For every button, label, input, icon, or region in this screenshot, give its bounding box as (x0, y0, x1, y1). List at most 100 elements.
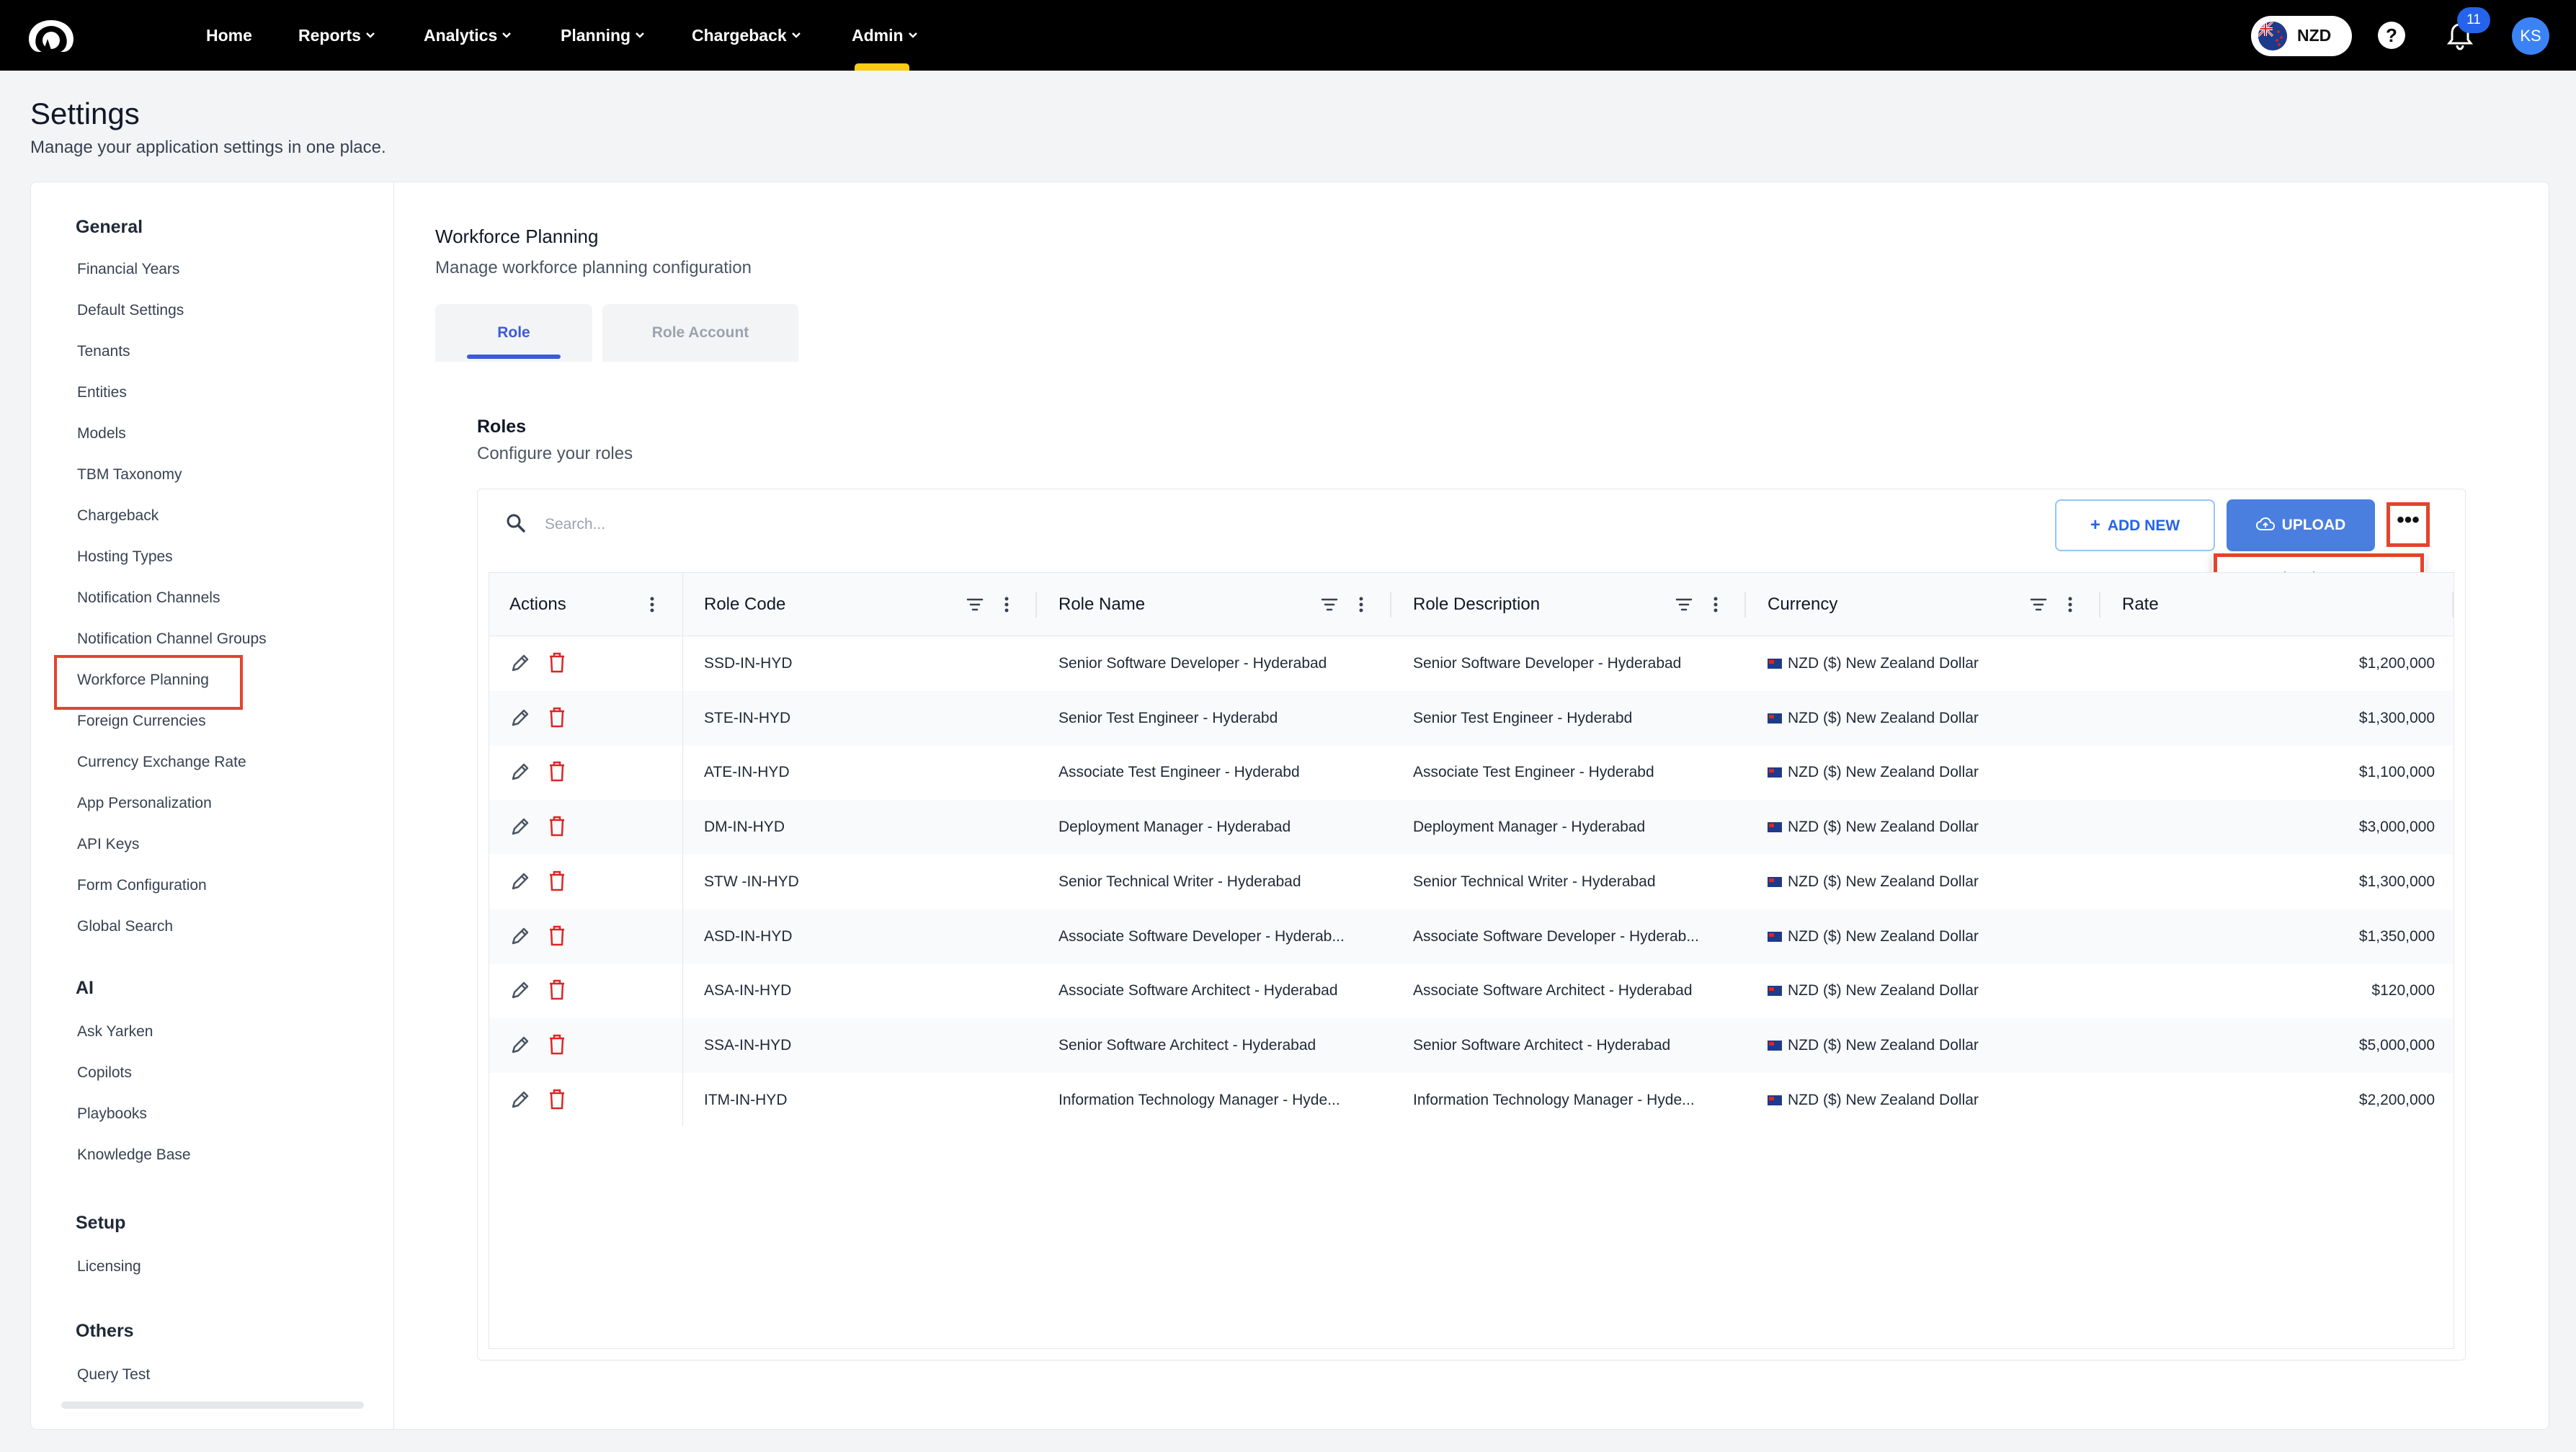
sidebar-item-global-search[interactable]: Global Search (77, 916, 173, 937)
sidebar-item-tenants[interactable]: Tenants (77, 341, 130, 362)
column-header-role-code[interactable]: Role Code (704, 573, 785, 636)
edit-icon[interactable] (509, 979, 531, 1001)
table-row[interactable]: SSD-IN-HYD Senior Software Developer - Hy… (489, 636, 2454, 691)
sidebar-item-entities[interactable]: Entities (77, 382, 127, 404)
cell-description: Associate Test Engineer - Hyderabd (1413, 745, 1730, 800)
table-row[interactable]: STE-IN-HYD Senior Test Engineer - Hyderab… (489, 690, 2454, 746)
delete-icon[interactable] (547, 978, 567, 1001)
kebab-icon[interactable] (2060, 594, 2080, 615)
edit-icon[interactable] (509, 816, 531, 837)
sidebar-item-hosting-types[interactable]: Hosting Types (77, 546, 173, 568)
column-separator[interactable] (1035, 592, 1037, 618)
cell-text: DM-IN-HYD (704, 819, 785, 836)
sidebar-item-query-test[interactable]: Query Test (77, 1364, 150, 1386)
filter-icon[interactable] (1674, 594, 1694, 615)
sidebar-scrollbar[interactable] (61, 1402, 364, 1409)
column-header-role-name[interactable]: Role Name (1059, 573, 1145, 636)
kebab-icon[interactable] (1706, 594, 1726, 615)
sidebar-item-knowledge-base[interactable]: Knowledge Base (77, 1144, 191, 1166)
nav-item-analytics[interactable]: Analytics (424, 23, 512, 48)
edit-icon[interactable] (509, 761, 531, 783)
add-new-button[interactable]: + ADD NEW (2055, 499, 2215, 551)
sidebar-item-licensing[interactable]: Licensing (77, 1256, 141, 1278)
delete-icon[interactable] (547, 1033, 567, 1056)
help-icon[interactable]: ? (2378, 22, 2405, 49)
delete-icon[interactable] (547, 760, 567, 783)
delete-icon[interactable] (547, 705, 567, 729)
table-row[interactable]: ASA-IN-HYD Associate Software Architect -… (489, 963, 2454, 1018)
flag-icon (1768, 1095, 1782, 1105)
sidebar-item-foreign-currencies[interactable]: Foreign Currencies (77, 711, 206, 732)
column-header-rate[interactable]: Rate (2122, 573, 2159, 636)
sidebar-item-default-settings[interactable]: Default Settings (77, 300, 184, 321)
table-row[interactable]: ITM-IN-HYD Information Technology Manager… (489, 1073, 2454, 1128)
table-row[interactable]: SSA-IN-HYD Senior Software Architect - Hy… (489, 1017, 2454, 1073)
sidebar-item-models[interactable]: Models (77, 423, 126, 445)
filter-icon[interactable] (965, 594, 985, 615)
nav-item-admin[interactable]: Admin (852, 23, 918, 48)
cell-text: Senior Technical Writer - Hyderabad (1059, 873, 1301, 890)
kebab-icon[interactable] (1351, 594, 1371, 615)
upload-button[interactable]: UPLOAD (2227, 499, 2375, 551)
cell-code: SSA-IN-HYD (704, 1018, 1043, 1073)
nav-item-home[interactable]: Home (206, 23, 252, 48)
sidebar-item-financial-years[interactable]: Financial Years (77, 259, 179, 280)
sidebar-item-currency-exchange-rate[interactable]: Currency Exchange Rate (77, 752, 246, 773)
logo-icon[interactable] (26, 17, 76, 55)
roles-title: Roles (477, 417, 527, 437)
delete-icon[interactable] (547, 869, 567, 892)
edit-icon[interactable] (509, 925, 531, 947)
column-separator[interactable] (2099, 592, 2100, 618)
edit-icon[interactable] (509, 1034, 531, 1056)
tab-role-account[interactable]: Role Account (602, 304, 798, 362)
kebab-icon[interactable] (642, 594, 662, 615)
delete-icon[interactable] (547, 1087, 567, 1110)
column-header-currency[interactable]: Currency (1768, 573, 1837, 636)
kebab-icon[interactable] (997, 594, 1017, 615)
sidebar-item-notification-channels[interactable]: Notification Channels (77, 587, 220, 609)
table-row[interactable]: ASD-IN-HYD Associate Software Developer -… (489, 909, 2454, 964)
avatar[interactable]: KS (2512, 17, 2549, 55)
more-options-button[interactable]: ••• (2386, 502, 2430, 547)
tab-role[interactable]: Role (435, 304, 592, 362)
column-separator[interactable] (1390, 592, 1391, 618)
column-separator[interactable] (2452, 592, 2454, 618)
search-input[interactable] (545, 510, 977, 539)
column-header-actions[interactable]: Actions (509, 573, 566, 636)
edit-icon[interactable] (509, 652, 531, 674)
sidebar-item-chargeback[interactable]: Chargeback (77, 505, 159, 527)
sidebar-item-tbm-taxonomy[interactable]: TBM Taxonomy (77, 464, 182, 486)
edit-icon[interactable] (509, 870, 531, 892)
cell-rate: $1,100,000 (2197, 745, 2435, 800)
sidebar-item-ask-yarken[interactable]: Ask Yarken (77, 1021, 153, 1043)
filter-icon[interactable] (2028, 594, 2049, 615)
sidebar-item-copilots[interactable]: Copilots (77, 1062, 132, 1084)
column-separator[interactable] (1744, 592, 1746, 618)
table-row[interactable]: ATE-IN-HYD Associate Test Engineer - Hyde… (489, 745, 2454, 800)
section-subtitle: Manage workforce planning configuration (435, 258, 752, 277)
sidebar-item-notification-channel-groups[interactable]: Notification Channel Groups (77, 628, 267, 650)
sidebar-item-api-keys[interactable]: API Keys (77, 834, 139, 855)
cell-code: ASD-IN-HYD (704, 909, 1043, 964)
sidebar-item-playbooks[interactable]: Playbooks (77, 1103, 147, 1125)
edit-icon[interactable] (509, 707, 531, 729)
delete-icon[interactable] (547, 924, 567, 947)
nav-item-label: Planning (561, 26, 631, 45)
edit-icon[interactable] (509, 1089, 531, 1110)
table-row[interactable]: DM-IN-HYD Deployment Manager - Hyderabad D… (489, 800, 2454, 855)
delete-icon[interactable] (547, 814, 567, 837)
delete-icon[interactable] (547, 651, 567, 674)
column-header-role-description[interactable]: Role Description (1413, 573, 1540, 636)
filter-icon[interactable] (1319, 594, 1340, 615)
nav-item-chargeback[interactable]: Chargeback (692, 23, 801, 48)
nav-item-reports[interactable]: Reports (298, 23, 375, 48)
cell-text: $5,000,000 (2358, 1036, 2435, 1054)
table-row[interactable]: STW -IN-HYD Senior Technical Writer - Hyd… (489, 855, 2454, 909)
cell-currency: NZD ($) New Zealand Dollar (1768, 1018, 2085, 1073)
cell-text: Associate Software Developer - Hyderab..… (1059, 927, 1345, 945)
currency-selector[interactable]: NZD (2251, 16, 2352, 56)
sidebar-item-form-configuration[interactable]: Form Configuration (77, 875, 207, 896)
sidebar-item-app-personalization[interactable]: App Personalization (77, 793, 212, 814)
cell-text: NZD ($) New Zealand Dollar (1788, 819, 1979, 836)
nav-item-planning[interactable]: Planning (561, 23, 645, 48)
